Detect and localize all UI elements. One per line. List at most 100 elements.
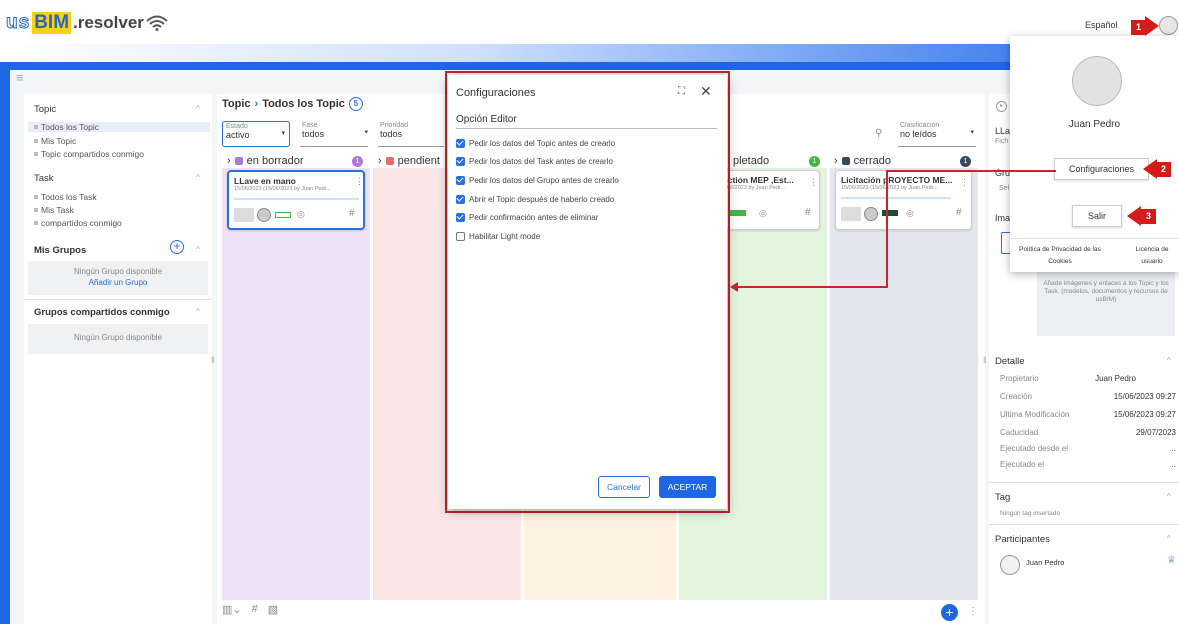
privacy-link[interactable]: Política de Privacidad de las Cookies: [1016, 244, 1104, 268]
logo-resolver: .resolver: [73, 13, 144, 32]
license-link[interactable]: Licencia de usuario: [1128, 244, 1176, 268]
menu-icon[interactable]: ≡: [16, 70, 24, 85]
sidebar-groups-header[interactable]: Mis Grupos: [34, 245, 86, 256]
add-group-link[interactable]: Añadir un Grupo: [28, 278, 208, 287]
option-row[interactable]: Pedir confirmación antes de eliminar: [456, 213, 598, 222]
square-icon: [34, 208, 38, 212]
column-header-borrador[interactable]: › en borrador: [227, 155, 304, 167]
sidebar-item-all-task[interactable]: Todos los Task: [34, 192, 97, 202]
more-icon[interactable]: ⋮: [809, 177, 818, 188]
breadcrumb-separator-icon: ›: [254, 98, 259, 110]
breadcrumb-root[interactable]: Topic: [222, 98, 251, 110]
card-date: 15/06/2023 (15/06/2023 by Juan Pedr...: [841, 185, 938, 191]
option-row[interactable]: Pedir los datos del Grupo antes de crear…: [456, 176, 619, 185]
sidebar-task-header[interactable]: Task: [34, 173, 54, 184]
sidebar-topic-header[interactable]: Topic: [34, 104, 56, 115]
detail-row: Propietario Juan Pedro: [1000, 374, 1176, 383]
divider: [24, 299, 212, 300]
play-icon[interactable]: ◎: [906, 208, 914, 219]
more-icon[interactable]: ⋮: [355, 176, 364, 187]
column-header-pendiente[interactable]: › pendient: [378, 155, 440, 167]
play-icon[interactable]: ▸: [996, 101, 1007, 112]
chevron-up-icon[interactable]: ^: [196, 173, 200, 182]
participants-header[interactable]: Participantes: [995, 534, 1050, 545]
search-icon[interactable]: ⚲: [875, 128, 882, 139]
user-avatar[interactable]: [1159, 16, 1178, 35]
status-dot: [385, 157, 394, 165]
detail-header[interactable]: Detalle: [995, 356, 1025, 367]
chevron-up-icon[interactable]: ^: [1167, 356, 1171, 365]
sidebar-item-my-topic[interactable]: Mis Topic: [34, 136, 76, 146]
option-row[interactable]: Habilitar Light mode: [456, 232, 540, 241]
detail-label: Caducidad: [1000, 428, 1039, 437]
more-icon[interactable]: ⋮: [960, 177, 969, 188]
avatar: [1000, 555, 1020, 575]
filter-clasificacion[interactable]: Clasificación no leídos ▾: [898, 121, 976, 147]
cancel-button[interactable]: Cancelar: [598, 476, 650, 498]
settings-button[interactable]: Configuraciones: [1054, 158, 1149, 180]
language-selector[interactable]: Español: [1085, 20, 1118, 30]
detail-label: Creación: [1000, 392, 1033, 401]
step-marker-1: 1: [1131, 20, 1146, 35]
image-icon[interactable]: ▧: [268, 603, 278, 616]
filter-estado[interactable]: Estado activo ▾: [222, 121, 290, 147]
group-select[interactable]: Sel: [999, 185, 1009, 192]
square-icon: [34, 125, 38, 129]
close-icon[interactable]: ✕: [700, 83, 712, 100]
checkbox-checked[interactable]: [456, 139, 465, 148]
column-header-completado[interactable]: pletado: [733, 155, 769, 167]
topic-card[interactable]: LLave en mano 15/06/2023 (15/06/2023 by …: [227, 170, 365, 230]
card-progress: [841, 197, 951, 199]
sidebar-item-shared-topic[interactable]: Topic compartidos conmigo: [34, 149, 144, 159]
chevron-up-icon[interactable]: ^: [1167, 492, 1171, 501]
chevron-up-icon[interactable]: ^: [196, 307, 200, 316]
play-icon[interactable]: ◎: [297, 209, 305, 220]
shared-groups-empty-text: Ningún Grupo disponible: [73, 333, 163, 342]
more-icon[interactable]: ⋮: [968, 606, 978, 617]
sidebar-resize-handle[interactable]: ‖: [211, 355, 215, 365]
checkbox-checked[interactable]: [456, 213, 465, 222]
filter-fase[interactable]: Fase todos ▾: [300, 121, 368, 147]
sidebar-item-shared-task[interactable]: compartidos conmigo: [34, 218, 122, 228]
column-title: pletado: [733, 155, 770, 167]
column-count-badge: 1: [960, 156, 971, 167]
column-header-cerrado[interactable]: › cerrado: [834, 155, 891, 167]
detail-value: 15/06/2023 09:27: [1113, 392, 1176, 401]
checkbox-checked[interactable]: [456, 176, 465, 185]
checkbox-checked[interactable]: [456, 157, 465, 166]
view-icon[interactable]: ▥⌄: [222, 603, 242, 616]
fullscreen-icon[interactable]: ⛶: [678, 86, 685, 97]
logout-button[interactable]: Salir: [1072, 205, 1122, 227]
sidebar-shared-groups-header[interactable]: Grupos compartidos conmigo: [34, 307, 170, 318]
option-row[interactable]: Abrir el Topic después de haberlo creado: [456, 195, 614, 204]
filter-prioridad[interactable]: Prioridad todos: [378, 121, 444, 147]
option-row[interactable]: Pedir los datos del Task antes de crearl…: [456, 157, 613, 166]
accept-button[interactable]: ACEPTAR: [659, 476, 716, 498]
sidebar-item-my-task[interactable]: Mis Task: [34, 205, 74, 215]
topic-card[interactable]: Licitación pROYECTO ME... 15/06/2023 (15…: [835, 170, 972, 230]
detail-value: Juan Pedro: [1095, 374, 1136, 383]
checkbox-checked[interactable]: [456, 195, 465, 204]
detail-value: ..: [1171, 460, 1176, 469]
chevron-up-icon[interactable]: ^: [196, 104, 200, 113]
wifi-icon: [146, 15, 168, 31]
add-topic-button[interactable]: +: [941, 604, 958, 621]
hash-icon[interactable]: #: [252, 603, 258, 616]
hash-icon: #: [349, 208, 355, 219]
sidebar-item-label: Topic compartidos conmigo: [41, 149, 144, 159]
arrow-left-icon: [1127, 206, 1141, 226]
add-group-icon[interactable]: +: [170, 240, 184, 254]
sidebar-item-label: compartidos conmigo: [41, 218, 122, 228]
tag-header[interactable]: Tag: [995, 492, 1010, 503]
column-title: pendient: [397, 155, 440, 167]
sidebar-item-all-topic[interactable]: Todos los Topic: [28, 122, 210, 132]
sidebar-item-label: Mis Topic: [41, 136, 77, 146]
tag-empty: Ningún tag insertado: [1000, 510, 1060, 517]
panel-resize-handle[interactable]: ‖: [983, 355, 987, 365]
play-icon[interactable]: ◎: [759, 208, 767, 219]
chevron-up-icon[interactable]: ^: [196, 245, 200, 254]
checkbox-unchecked[interactable]: [456, 232, 465, 241]
groups-empty-box: Ningún Grupo disponible Añadir un Grupo: [28, 261, 208, 295]
chevron-up-icon[interactable]: ^: [1167, 534, 1171, 543]
option-row[interactable]: Pedir los datos del Topic antes de crear…: [456, 139, 615, 148]
